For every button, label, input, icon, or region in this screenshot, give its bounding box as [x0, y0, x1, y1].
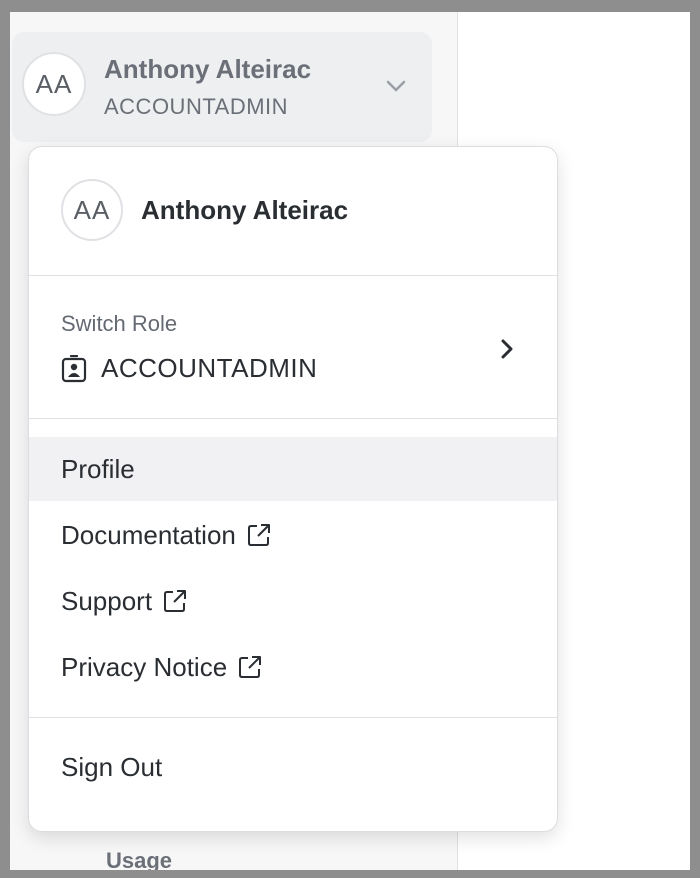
divider [29, 717, 557, 718]
menu-item-profile[interactable]: Profile [29, 437, 557, 501]
app-frame: AA Anthony Alteirac ACCOUNTADMIN Usage A… [10, 12, 690, 870]
user-menu-toggle[interactable]: AA Anthony Alteirac ACCOUNTADMIN [12, 32, 432, 142]
avatar: AA [61, 179, 123, 241]
external-link-icon [164, 590, 187, 612]
menu-item-label: Support [61, 585, 153, 616]
current-role: ACCOUNTADMIN [101, 353, 318, 383]
divider [29, 418, 557, 419]
chevron-right-icon [501, 339, 513, 359]
chevron-down-icon[interactable] [384, 78, 408, 94]
user-role: ACCOUNTADMIN [104, 94, 289, 119]
avatar: AA [22, 52, 86, 116]
menu-item-label: Documentation [61, 519, 236, 550]
switch-role-label: Switch Role [61, 311, 178, 336]
external-link-icon [239, 656, 262, 678]
menu-item-label: Privacy Notice [61, 651, 228, 682]
sign-out-button[interactable]: Sign Out [29, 735, 557, 799]
badge-icon [61, 355, 87, 383]
user-dropdown-menu: AA Anthony Alteirac Switch Role ACCOUNTA… [28, 146, 558, 832]
external-link-icon [247, 524, 270, 546]
sign-out-label: Sign Out [61, 751, 163, 782]
menu-item-privacy-notice[interactable]: Privacy Notice [29, 635, 557, 699]
menu-item-label: Profile [61, 453, 135, 484]
menu-user-name: Anthony Alteirac [141, 195, 349, 225]
menu-item-documentation[interactable]: Documentation [29, 503, 557, 567]
menu-item-support[interactable]: Support [29, 569, 557, 633]
divider [29, 275, 557, 276]
user-name: Anthony Alteirac [104, 54, 312, 84]
sidebar-item-usage[interactable]: Usage [106, 848, 172, 870]
